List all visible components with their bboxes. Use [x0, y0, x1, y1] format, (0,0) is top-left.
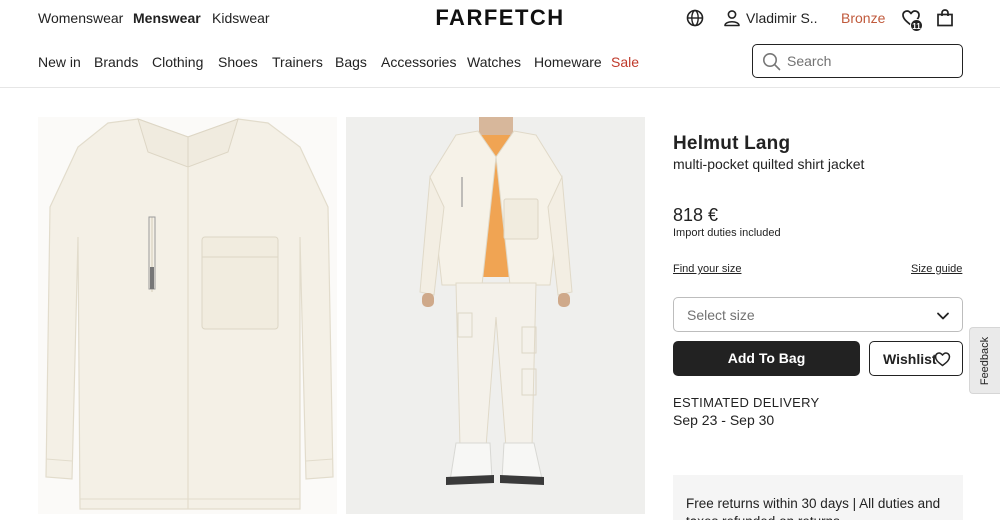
chevron-down-icon	[937, 312, 949, 320]
heart-icon	[934, 352, 951, 367]
wishlist-count-badge: 11	[910, 19, 923, 32]
nav-trainers[interactable]: Trainers	[272, 54, 323, 70]
add-to-bag-button[interactable]: Add To Bag	[673, 341, 860, 376]
feedback-tab[interactable]: Feedback	[969, 327, 1000, 394]
jacket-illustration	[38, 117, 337, 514]
wishlist-button[interactable]: Wishlist	[869, 341, 963, 376]
nav-bags[interactable]: Bags	[335, 54, 367, 70]
main-nav: New in Brands Clothing Shoes Trainers Ba…	[0, 44, 1000, 88]
size-guide-link[interactable]: Size guide	[911, 263, 962, 275]
globe-icon[interactable]	[685, 8, 705, 28]
bag-icon[interactable]	[935, 8, 955, 28]
size-select[interactable]: Select size	[673, 297, 963, 332]
product-brand[interactable]: Helmut Lang	[673, 133, 790, 155]
farfetch-logo[interactable]: FARFETCH	[421, 5, 579, 29]
nav-clothing[interactable]: Clothing	[152, 54, 203, 70]
nav-shoes[interactable]: Shoes	[218, 54, 258, 70]
gender-menswear[interactable]: Menswear	[133, 10, 201, 26]
model-illustration	[346, 117, 645, 514]
product-name: multi-pocket quilted shirt jacket	[673, 156, 865, 172]
find-your-size-link[interactable]: Find your size	[673, 263, 741, 275]
product-image-model[interactable]	[346, 117, 645, 514]
nav-new-in[interactable]: New in	[38, 54, 81, 70]
user-icon[interactable]	[722, 8, 742, 28]
returns-text: Free returns within 30 days | All duties…	[686, 496, 941, 520]
product-price: 818 €	[673, 205, 719, 225]
nav-accessories[interactable]: Accessories	[381, 54, 456, 70]
search-icon	[763, 53, 781, 71]
estimated-delivery-dates: Sep 23 - Sep 30	[673, 412, 775, 428]
nav-watches[interactable]: Watches	[467, 54, 521, 70]
nav-brands[interactable]: Brands	[94, 54, 138, 70]
gender-kidswear[interactable]: Kidswear	[212, 10, 270, 26]
top-bar: Womenswear Menswear Kidswear FARFETCH Vl…	[0, 0, 1000, 36]
wishlist-label: Wishlist	[883, 351, 937, 367]
search-input[interactable]	[787, 51, 952, 71]
membership-tier[interactable]: Bronze	[841, 10, 885, 26]
svg-text:FARFETCH: FARFETCH	[435, 5, 564, 29]
feedback-label: Feedback	[979, 336, 991, 385]
gender-womenswear[interactable]: Womenswear	[38, 10, 123, 26]
user-name[interactable]: Vladimir S...	[746, 10, 818, 26]
estimated-delivery-title: ESTIMATED DELIVERY	[673, 395, 820, 410]
returns-banner: Free returns within 30 days | All duties…	[673, 475, 963, 520]
product-image-front[interactable]	[38, 117, 337, 514]
search-box[interactable]	[752, 44, 963, 78]
nav-homeware[interactable]: Homeware	[534, 54, 602, 70]
duties-note: Import duties included	[673, 227, 781, 239]
size-select-label: Select size	[687, 307, 755, 323]
nav-sale[interactable]: Sale	[611, 54, 639, 70]
